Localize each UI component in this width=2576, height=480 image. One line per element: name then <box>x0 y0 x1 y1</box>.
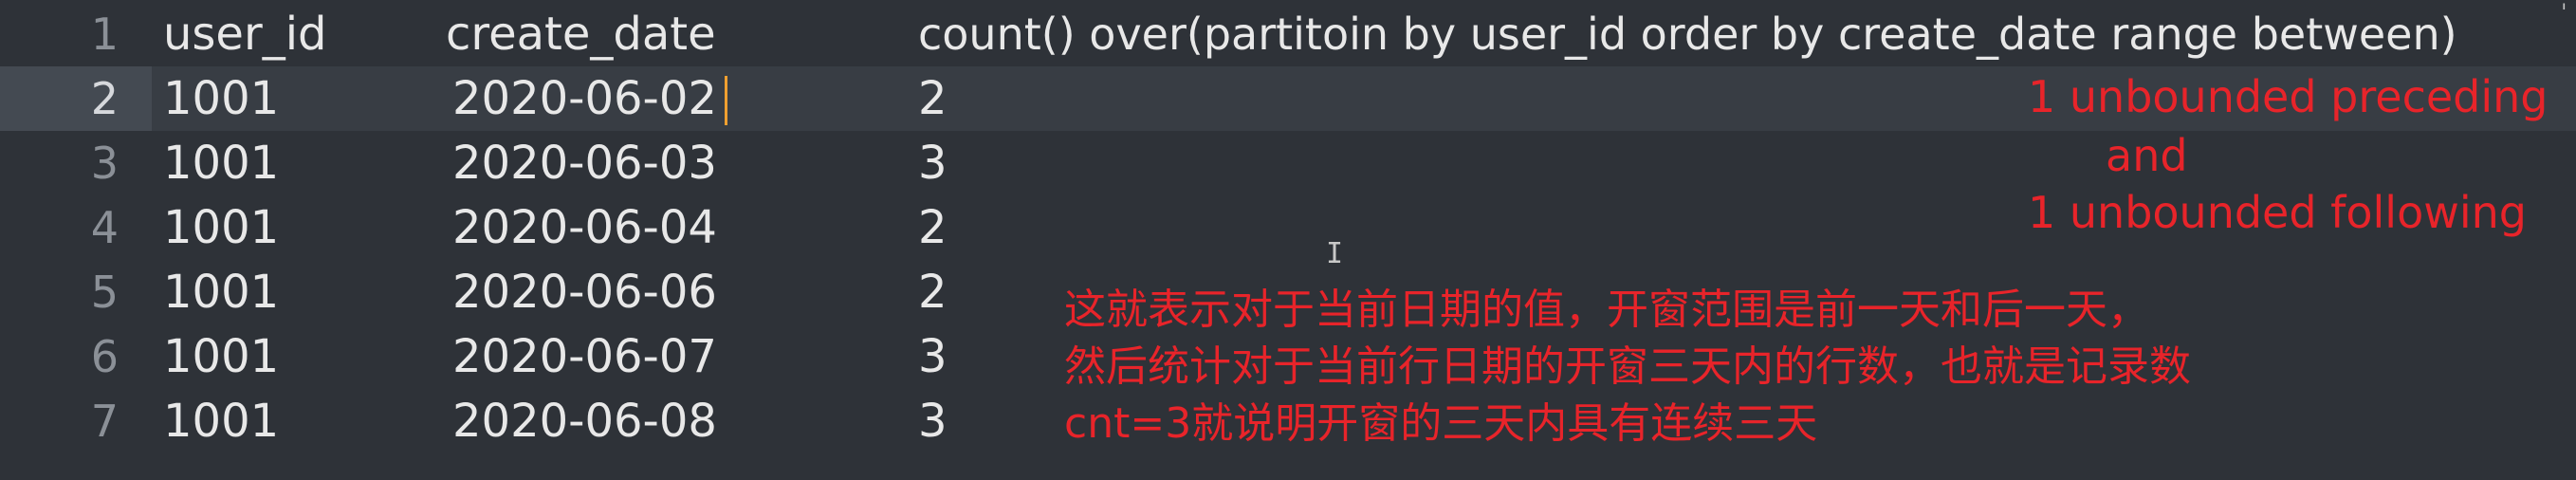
row-count: 3 <box>918 137 948 190</box>
row-user-id: 1001 <box>163 330 280 383</box>
row-create-date: 2020-06-03 <box>452 137 717 190</box>
note-line3: cnt=3就说明开窗的三天内具有连续三天 <box>1064 399 1818 448</box>
row-create-date: 2020-06-04 <box>452 201 717 254</box>
row-count: 2 <box>918 72 948 125</box>
range-annotation-line3: 1 unbounded following <box>2028 187 2527 238</box>
row-create-date: 2020-06-07 <box>452 330 717 383</box>
row-user-id: 1001 <box>163 395 280 448</box>
text-caret <box>725 76 727 125</box>
row-user-id: 1001 <box>163 137 280 190</box>
line-number: 7 <box>90 396 119 447</box>
line-number: 5 <box>90 267 119 318</box>
row-user-id: 1001 <box>163 266 280 319</box>
range-annotation-line2: and <box>2106 130 2188 181</box>
row-count: 2 <box>918 201 948 254</box>
row-user-id: 1001 <box>163 72 280 125</box>
line-number: 2 <box>90 73 119 124</box>
header-user-id: user_id <box>163 8 327 61</box>
row-user-id: 1001 <box>163 201 280 254</box>
line-number: 3 <box>90 138 119 189</box>
code-editor[interactable]: 1 2 3 4 5 6 7 user_id create_date count(… <box>0 0 2576 480</box>
row-count: 3 <box>918 330 948 383</box>
row-create-date: 2020-06-06 <box>452 266 717 319</box>
row-create-date: 2020-06-02 <box>452 72 717 125</box>
line-number: 4 <box>90 202 119 253</box>
row-count: 2 <box>918 266 948 319</box>
scrollbar-marker-icon[interactable]: ˈ <box>2561 0 2567 27</box>
row-create-date: 2020-06-08 <box>452 395 717 448</box>
note-line2: 然后统计对于当前行日期的开窗三天内的行数，也就是记录数 <box>1064 342 2191 391</box>
note-line1: 这就表示对于当前日期的值，开窗范围是前一天和后一天， <box>1064 286 2149 334</box>
range-annotation-line1: 1 unbounded preceding <box>2028 71 2548 122</box>
line-number: 6 <box>90 331 119 382</box>
mouse-ibeam-cursor-icon: I <box>1326 237 1344 270</box>
row-count: 3 <box>918 395 948 448</box>
header-create-date: create_date <box>446 8 716 61</box>
line-number: 1 <box>90 9 119 60</box>
header-count-expression: count() over(partitoin by user_id order … <box>918 9 2457 60</box>
